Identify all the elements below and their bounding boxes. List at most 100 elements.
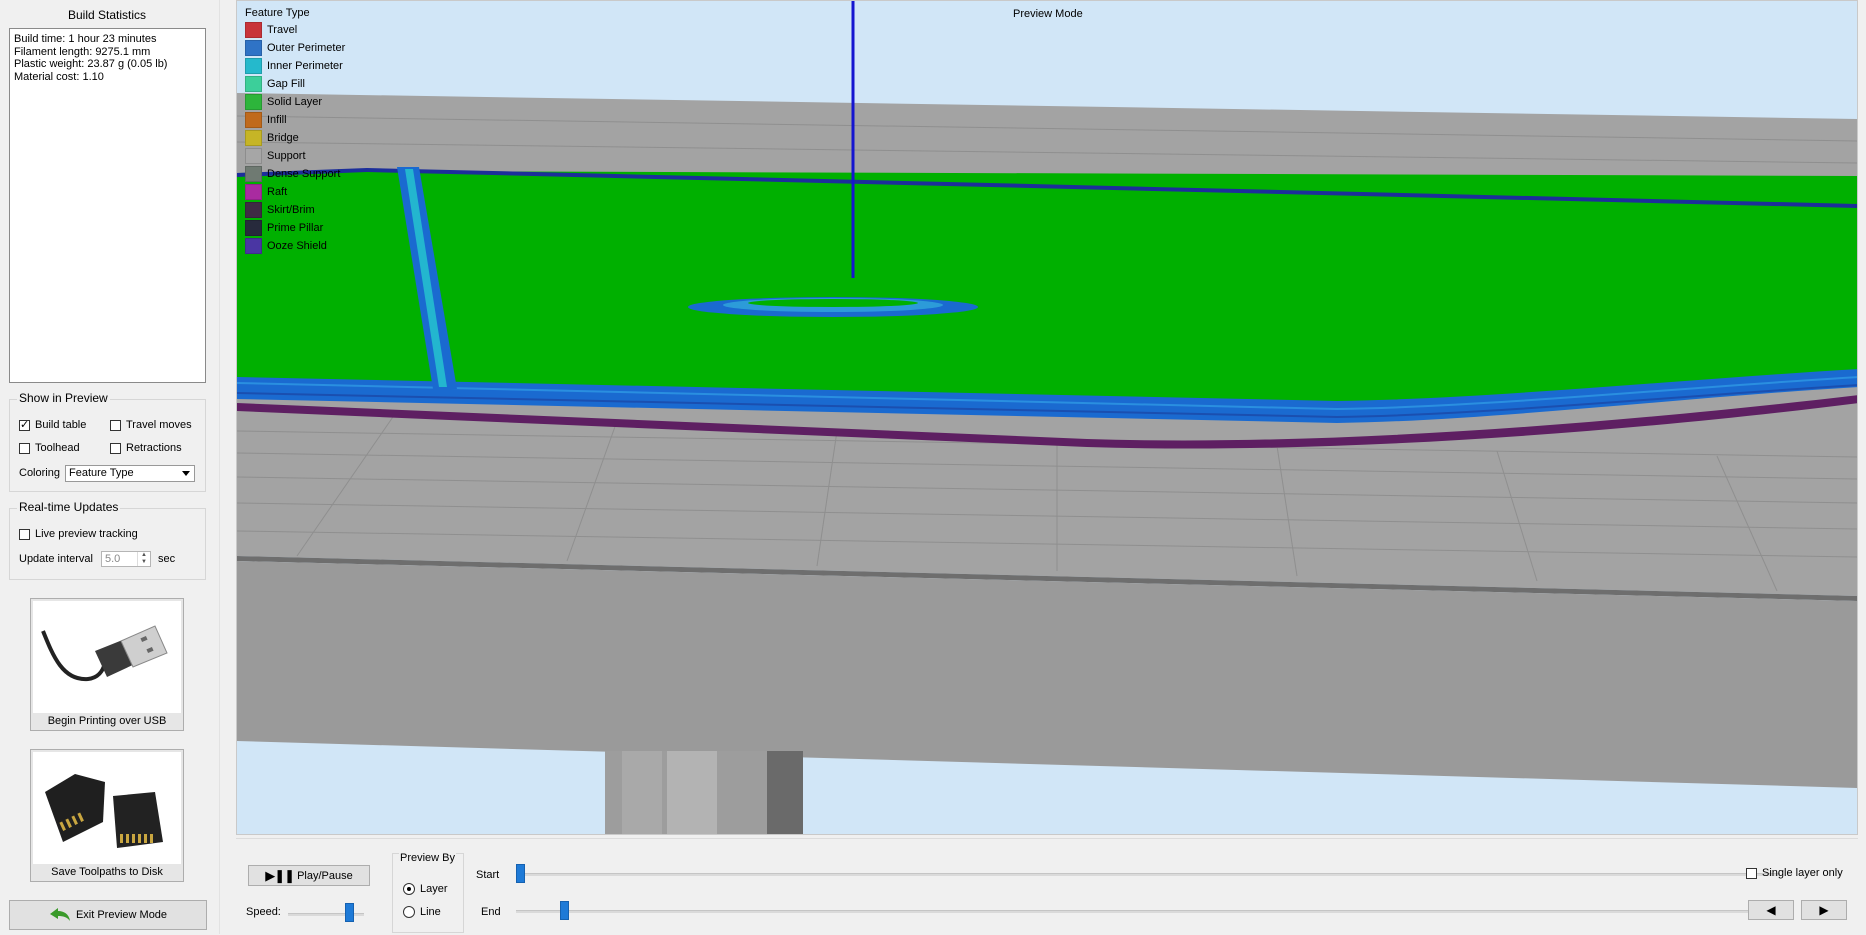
show-in-preview-title: Show in Preview	[17, 391, 110, 405]
single-layer-check[interactable]	[1746, 867, 1757, 879]
travel-moves-label: Travel moves	[126, 419, 192, 431]
build-statistics-box: Build time: 1 hour 23 minutes Filament l…	[9, 28, 206, 383]
toolhead-check[interactable]	[19, 442, 30, 454]
live-tracking-label: Live preview tracking	[35, 528, 138, 540]
stat-plastic-weight: Plastic weight: 23.87 g (0.05 lb)	[14, 58, 168, 70]
build-table-label: Build table	[35, 419, 87, 431]
legend-item: Dense Support	[245, 165, 345, 183]
legend-swatch	[245, 58, 262, 74]
play-pause-icon: ▶❚❚	[265, 867, 295, 883]
realtime-updates-title: Real-time Updates	[17, 500, 121, 514]
legend-label: Prime Pillar	[267, 222, 324, 234]
live-tracking-checkbox[interactable]: Live preview tracking	[19, 528, 138, 540]
preview-by-layer-radio[interactable]: Layer	[403, 883, 448, 895]
begin-printing-usb-button[interactable]: Begin Printing over USB	[30, 598, 184, 731]
speed-label: Speed:	[246, 906, 281, 918]
legend-label: Inner Perimeter	[267, 60, 343, 72]
legend-label: Outer Perimeter	[267, 42, 346, 54]
legend-swatch	[245, 202, 262, 218]
legend-item: Travel	[245, 21, 345, 39]
play-pause-button[interactable]: ▶❚❚ Play/Pause	[248, 865, 370, 886]
legend-label: Skirt/Brim	[267, 204, 315, 216]
legend-title: Feature Type	[245, 7, 310, 19]
toolhead-checkbox[interactable]: Toolhead	[19, 442, 80, 454]
legend-swatch	[245, 166, 262, 182]
legend-swatch	[245, 40, 262, 56]
dropdown-arrow-icon	[182, 471, 190, 476]
legend-swatch	[245, 238, 262, 254]
legend-swatch	[245, 94, 262, 110]
legend-label: Bridge	[267, 132, 299, 144]
legend-swatch	[245, 130, 262, 146]
legend-item: Skirt/Brim	[245, 201, 345, 219]
travel-moves-check[interactable]	[110, 419, 121, 431]
layer-radio-label: Layer	[420, 883, 448, 895]
travel-moves-checkbox[interactable]: Travel moves	[110, 419, 192, 431]
update-interval-value: 5.0	[105, 553, 121, 565]
exit-preview-label: Exit Preview Mode	[75, 909, 168, 921]
legend-item: Raft	[245, 183, 345, 201]
single-layer-label: Single layer only	[1762, 867, 1843, 879]
line-radio-label: Line	[420, 906, 441, 918]
legend-swatch	[245, 220, 262, 236]
left-panel: Build Statistics Build time: 1 hour 23 m…	[0, 0, 219, 934]
start-slider-thumb[interactable]	[516, 864, 525, 883]
end-slider-track[interactable]	[516, 910, 1780, 913]
sd-card-icon	[33, 752, 181, 864]
retractions-check[interactable]	[110, 442, 121, 454]
retractions-label: Retractions	[126, 442, 182, 454]
legend-item: Support	[245, 147, 345, 165]
legend-label: Gap Fill	[267, 78, 305, 90]
right-arrow-icon: ▶	[1819, 903, 1829, 917]
toolhead-label: Toolhead	[35, 442, 80, 454]
save-toolpaths-button[interactable]: Save Toolpaths to Disk	[30, 749, 184, 882]
stat-material-cost: Material cost: 1.10	[14, 70, 104, 83]
legend-item: Inner Perimeter	[245, 57, 345, 75]
legend-label: Raft	[267, 186, 288, 198]
retractions-checkbox[interactable]: Retractions	[110, 442, 182, 454]
stat-build-time: Build time: 1 hour 23 minutes	[14, 33, 157, 45]
legend-item: Prime Pillar	[245, 219, 345, 237]
update-interval-input[interactable]: 5.0 ▲ ▼	[101, 551, 151, 567]
legend-item: Gap Fill	[245, 75, 345, 93]
coloring-select[interactable]: Feature Type	[65, 465, 195, 482]
end-slider-thumb[interactable]	[559, 901, 569, 920]
3d-preview-viewport[interactable]: Feature Type Travel Outer Perimeter Inner …	[236, 0, 1858, 835]
live-tracking-check[interactable]	[19, 528, 30, 540]
legend-label: Dense Support	[267, 168, 341, 180]
legend-item: Bridge	[245, 129, 345, 147]
previous-button[interactable]: ◀	[1748, 900, 1794, 920]
preview-by-line-radio[interactable]: Line	[403, 906, 441, 918]
realtime-updates-group: Real-time Updates	[9, 500, 206, 580]
exit-preview-button[interactable]: Exit Preview Mode	[9, 900, 207, 930]
left-arrow-icon: ◀	[1766, 903, 1776, 917]
preview-by-group: Preview By Layer Line	[392, 852, 464, 933]
usb-cable-icon	[33, 601, 181, 713]
preview-by-title: Preview By	[399, 852, 457, 864]
end-label: End	[481, 906, 501, 918]
preview-mode-label: Preview Mode	[1013, 8, 1083, 20]
legend-label: Travel	[267, 24, 298, 36]
legend-label: Ooze Shield	[267, 240, 327, 252]
feature-type-legend: Feature Type Travel Outer Perimeter Inner …	[245, 7, 345, 255]
layer-radio-button[interactable]	[403, 883, 415, 895]
playback-controls: ▶❚❚ Play/Pause Speed: Preview By Layer L…	[236, 838, 1858, 935]
single-layer-checkbox[interactable]: Single layer only	[1746, 867, 1843, 879]
spin-arrows-icon[interactable]: ▲ ▼	[137, 552, 150, 566]
legend-swatch	[245, 184, 262, 200]
speed-slider-thumb[interactable]	[344, 903, 354, 922]
start-label: Start	[476, 869, 500, 881]
legend-item: Ooze Shield	[245, 237, 345, 255]
legend-swatch	[245, 22, 262, 38]
update-interval-unit: sec	[158, 553, 176, 565]
save-toolpaths-label: Save Toolpaths to Disk	[51, 866, 163, 878]
build-table-checkbox[interactable]: Build table	[19, 418, 87, 431]
panel-divider[interactable]	[219, 0, 236, 934]
next-button[interactable]: ▶	[1801, 900, 1847, 920]
start-slider-track[interactable]	[516, 873, 1780, 876]
legend-item: Solid Layer	[245, 93, 345, 111]
toolpath-render	[237, 1, 1857, 834]
update-interval-label: Update interval	[19, 553, 93, 565]
build-table-check[interactable]	[19, 418, 30, 431]
line-radio-button[interactable]	[403, 906, 415, 918]
